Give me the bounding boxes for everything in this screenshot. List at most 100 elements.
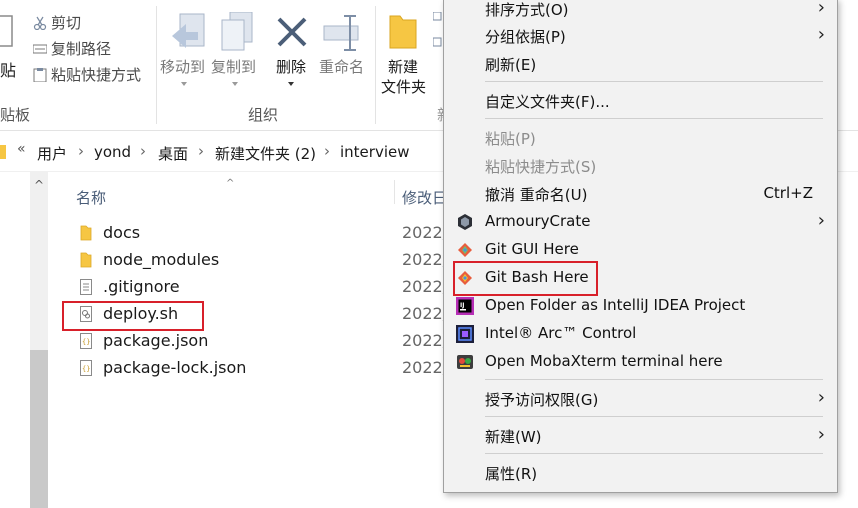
armoury-crate-icon (458, 214, 472, 230)
menu-separator (485, 379, 823, 380)
chevron-right-icon[interactable]: › (198, 142, 204, 160)
paste-shortcut-button[interactable]: 粘贴快捷方式 (33, 64, 141, 85)
json-file-icon: {} (80, 360, 92, 376)
chevron-right-icon: › (817, 424, 825, 445)
file-row[interactable]: {} package-lock.json 2022/ (74, 355, 454, 381)
file-date: 2022/ (402, 223, 449, 242)
menu-separator (485, 81, 823, 82)
menu-item-grant-access[interactable]: 授予访问权限(G) › (444, 386, 837, 412)
deploy-sh-highlight-box (62, 301, 204, 331)
paste-button[interactable]: 贴 (0, 57, 16, 81)
column-header-modified[interactable]: 修改日 (402, 187, 447, 208)
scrollbar-thumb[interactable] (30, 350, 48, 508)
menu-separator (485, 453, 823, 454)
menu-item-mobaxterm[interactable]: Open MobaXterm terminal here (444, 349, 837, 375)
file-row[interactable]: node_modules 2022/ (74, 247, 454, 273)
menu-item-paste[interactable]: 粘贴(P) (444, 125, 837, 151)
new-folder-button-line2[interactable]: 文件夹 (381, 76, 426, 97)
folder-icon (80, 225, 92, 241)
menu-item-undo-rename[interactable]: 撤消 重命名(U) Ctrl+Z (444, 181, 837, 207)
mobaxterm-icon (457, 355, 473, 369)
file-name: docs (103, 223, 141, 242)
menu-item-new[interactable]: 新建(W) › (444, 423, 837, 449)
organize-group-label: 组织 (248, 106, 279, 124)
new-folder-icon (389, 15, 417, 49)
menu-item-armoury-crate[interactable]: ArmouryCrate › (444, 209, 837, 235)
shortcut-label: Ctrl+Z (763, 184, 813, 202)
file-date: 2022/ (402, 250, 449, 269)
move-to-button[interactable]: 移动到 (160, 56, 205, 77)
file-date: 2022/ (402, 277, 449, 296)
menu-item-sort-by[interactable]: 排序方式(O) › (444, 0, 837, 22)
file-date: 2022/ (402, 358, 449, 377)
menu-item-git-gui[interactable]: Git GUI Here (444, 237, 837, 263)
clipboard-group-label: 贴板 (0, 106, 31, 124)
chevron-right-icon[interactable]: › (140, 142, 146, 160)
chevron-right-icon: › (817, 0, 825, 18)
git-bash-highlight-box (453, 261, 598, 296)
delete-x-icon (277, 17, 307, 47)
menu-separator (485, 118, 823, 119)
context-menu: 排序方式(O) › 分组依据(P) › 刷新(E) 自定义文件夹(F)... 粘… (443, 0, 838, 493)
new-item-icon[interactable] (433, 12, 443, 48)
file-date: 2022/ (402, 304, 449, 323)
file-row[interactable]: .gitignore 2022/ (74, 274, 454, 300)
copy-path-icon (32, 42, 48, 56)
paste-icon[interactable] (0, 14, 14, 48)
file-row[interactable]: {} package.json 2022/ (74, 328, 454, 354)
menu-item-refresh[interactable]: 刷新(E) (444, 51, 837, 77)
breadcrumb-item[interactable]: 用户 (37, 143, 67, 164)
new-folder-button[interactable]: 新建 (388, 56, 418, 77)
chevron-right-icon[interactable]: › (78, 142, 84, 160)
column-divider[interactable] (394, 180, 395, 204)
json-file-icon: {} (80, 333, 92, 349)
chevron-right-icon[interactable]: › (324, 142, 330, 160)
copy-to-dropdown-icon[interactable] (232, 82, 238, 86)
menu-separator (485, 416, 823, 417)
scissors-icon (33, 16, 47, 31)
file-name: .gitignore (103, 277, 180, 296)
folder-icon (0, 145, 6, 159)
scroll-up-arrow-icon[interactable]: ^ (30, 178, 48, 192)
breadcrumb-item-current[interactable]: interview (340, 143, 410, 161)
file-row[interactable]: docs 2022/ (74, 220, 454, 246)
column-header-name[interactable]: 名称 (76, 187, 106, 208)
menu-item-customize-folder[interactable]: 自定义文件夹(F)... (444, 88, 837, 114)
menu-item-properties[interactable]: 属性(R) (444, 460, 837, 486)
svg-text:IJ: IJ (460, 302, 464, 309)
breadcrumb-item[interactable]: yond (94, 143, 131, 161)
chevron-right-icon: › (817, 24, 825, 45)
folder-icon (80, 252, 92, 268)
rename-icon (323, 15, 359, 51)
file-name: node_modules (103, 250, 220, 269)
intellij-icon: IJ (456, 297, 474, 315)
menu-item-open-intellij[interactable]: IJ Open Folder as IntelliJ IDEA Project (444, 293, 837, 319)
menu-item-paste-shortcut[interactable]: 粘贴快捷方式(S) (444, 153, 837, 179)
file-name: package.json (103, 331, 209, 350)
chevron-right-icon: › (817, 210, 825, 231)
ribbon-separator (375, 6, 376, 124)
text-file-icon (80, 279, 92, 295)
rename-button[interactable]: 重命名 (319, 56, 364, 77)
menu-item-intel-arc[interactable]: Intel® Arc™ Control (444, 321, 837, 347)
delete-button[interactable]: 删除 (276, 56, 306, 77)
breadcrumb-overflow[interactable]: « (17, 141, 26, 157)
chevron-right-icon: › (817, 387, 825, 408)
copy-path-button[interactable]: 复制路径 (32, 38, 111, 59)
svg-text:{}: {} (82, 338, 90, 346)
copy-to-button[interactable]: 复制到 (211, 56, 256, 77)
git-gui-icon (458, 243, 472, 257)
menu-item-group-by[interactable]: 分组依据(P) › (444, 23, 837, 49)
move-to-dropdown-icon[interactable] (181, 82, 187, 86)
move-to-icon (172, 13, 205, 48)
breadcrumb-item[interactable]: 新建文件夹 (2) (215, 143, 316, 164)
cut-button[interactable]: 剪切 (33, 12, 81, 33)
sort-ascending-icon: ^ (226, 178, 235, 189)
paste-shortcut-icon (33, 68, 47, 83)
file-name: package-lock.json (103, 358, 247, 377)
intel-arc-icon (456, 325, 474, 343)
file-date: 2022/ (402, 331, 449, 350)
breadcrumb-item[interactable]: 桌面 (158, 143, 188, 164)
delete-dropdown-icon[interactable] (288, 82, 294, 86)
copy-to-icon (221, 12, 253, 51)
